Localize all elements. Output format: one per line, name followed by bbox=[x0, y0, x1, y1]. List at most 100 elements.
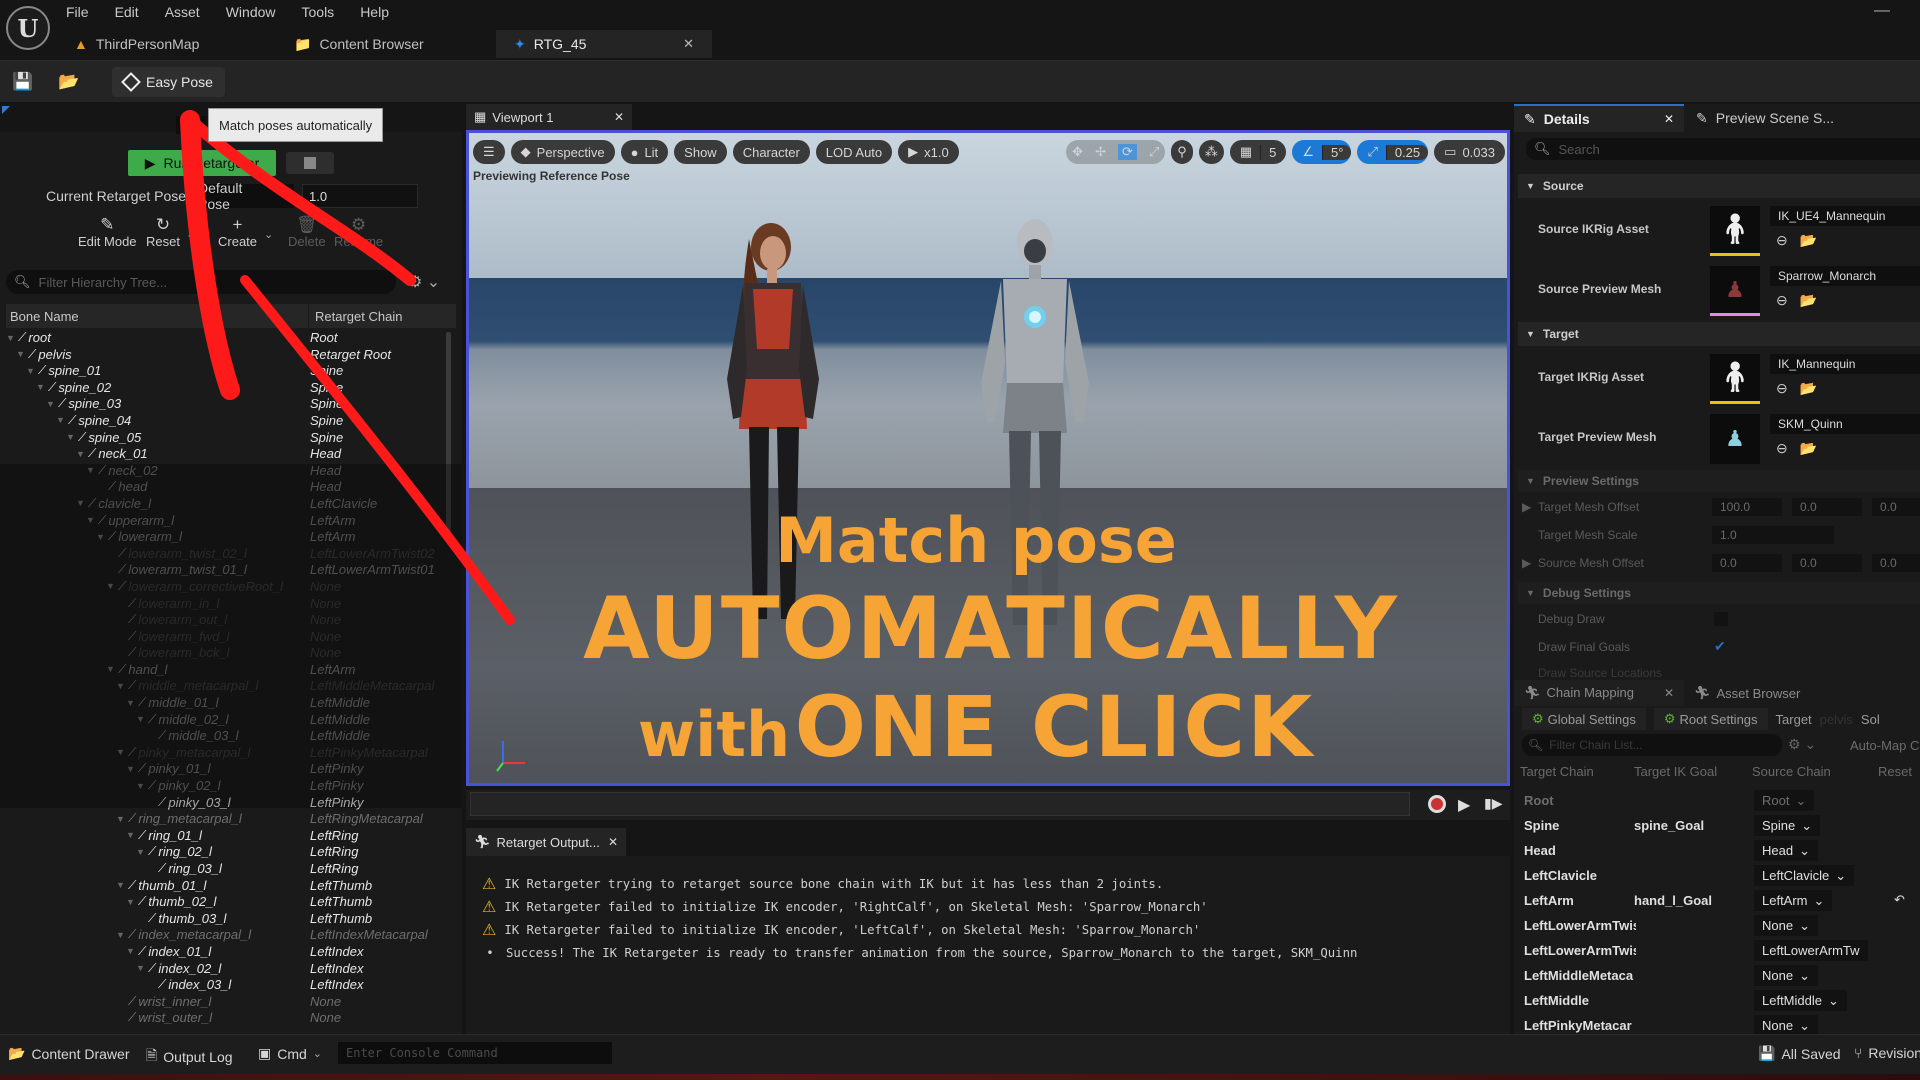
camera-speed-button[interactable]: ▭ 0.033 bbox=[1434, 140, 1505, 164]
retarget-output-tab[interactable]: 🏃︎ Retarget Output... ✕ bbox=[466, 828, 626, 856]
bone-row[interactable]: ▼ ⟋ thumb_02_l LeftThumb bbox=[6, 894, 446, 911]
chain-settings-button[interactable]: ⚙ ⌄ bbox=[1788, 736, 1816, 753]
target-root-value[interactable]: pelvis bbox=[1820, 712, 1853, 727]
expand-arrow-icon[interactable]: ▼ bbox=[76, 449, 86, 459]
asset-browser-tab[interactable]: 🏃︎ Asset Browser bbox=[1684, 680, 1810, 706]
bone-row[interactable]: ▼ ⟋ spine_03 Spine bbox=[6, 396, 446, 413]
run-retargeter-button[interactable]: ▶ Run Retargeter bbox=[128, 150, 276, 176]
console-input[interactable] bbox=[346, 1046, 606, 1060]
close-icon[interactable]: ✕ bbox=[608, 835, 618, 849]
content-drawer-button[interactable]: 📂 Content Drawer bbox=[8, 1045, 129, 1062]
bone-row[interactable]: ▼ ⟋ ring_metacarpal_l LeftRingMetacarpal bbox=[6, 811, 446, 828]
tab-content-browser[interactable]: 📁 Content Browser bbox=[276, 30, 496, 58]
preview-scene-tab[interactable]: ✎ Preview Scene S... bbox=[1690, 104, 1890, 132]
target-offset-x[interactable]: 100.0 bbox=[1712, 498, 1782, 516]
step-forward-button[interactable]: ▮▶ bbox=[1484, 795, 1502, 812]
bone-row[interactable]: ▼ ⟋ pinky_01_l LeftPinky bbox=[6, 761, 446, 778]
bone-row[interactable]: ▼ ⟋ ring_01_l LeftRing bbox=[6, 828, 446, 845]
perspective-button[interactable]: ◆ Perspective bbox=[510, 140, 615, 164]
lit-button[interactable]: ● Lit bbox=[620, 140, 669, 164]
draw-final-goals-checkbox[interactable]: ✔ bbox=[1714, 638, 1726, 655]
select-mode-icon[interactable]: ✥ bbox=[1072, 144, 1083, 160]
target-offset-y[interactable]: 0.0 bbox=[1792, 498, 1862, 516]
source-chain-dropdown[interactable]: Head ⌄ bbox=[1754, 840, 1818, 861]
edit-mode-button[interactable]: ✎ Edit Mode bbox=[78, 216, 137, 250]
expand-arrow-icon[interactable]: ▼ bbox=[106, 664, 116, 674]
expand-arrow-icon[interactable]: ▶ bbox=[1522, 500, 1531, 514]
retarget-pose-dropdown[interactable]: Default Pose ▼ bbox=[190, 180, 294, 212]
viewport-tab[interactable]: ▦ Viewport 1 ✕ bbox=[466, 104, 632, 130]
bone-row[interactable]: ▼ ⟋ pinky_02_l LeftPinky bbox=[6, 778, 446, 795]
close-icon[interactable]: ✕ bbox=[1664, 686, 1674, 700]
chain-filter-input[interactable] bbox=[1549, 738, 1770, 752]
bone-row[interactable]: ⟋ thumb_03_l LeftThumb bbox=[6, 911, 446, 928]
bone-row[interactable]: ▼ ⟋ middle_metacarpal_l LeftMiddleMetacarpa… bbox=[6, 678, 446, 695]
rotation-snap-button[interactable]: ∠ 5° bbox=[1292, 140, 1352, 164]
expand-arrow-icon[interactable]: ▼ bbox=[36, 382, 46, 392]
bone-row[interactable]: ⟋ lowerarm_twist_01_l LeftLowerArmTwist01 bbox=[6, 562, 446, 579]
bone-row[interactable]: ▼ ⟋ middle_02_l LeftMiddle bbox=[6, 712, 446, 729]
global-settings-button[interactable]: ⚙ Global Settings bbox=[1522, 708, 1646, 730]
reset-icon[interactable]: ↶ bbox=[1894, 892, 1905, 908]
source-tab[interactable]: Sou bbox=[176, 116, 206, 134]
source-chain-dropdown[interactable]: None ⌄ bbox=[1754, 915, 1818, 936]
source-chain-dropdown[interactable]: LeftClavicle ⌄ bbox=[1754, 865, 1855, 886]
expand-arrow-icon[interactable]: ▼ bbox=[116, 681, 126, 691]
expand-arrow-icon[interactable]: ▼ bbox=[16, 349, 26, 359]
menu-asset[interactable]: Asset bbox=[165, 4, 214, 20]
close-icon[interactable]: ✕ bbox=[1664, 112, 1674, 126]
target-ikrig-picker[interactable]: IK_Mannequin bbox=[1770, 354, 1920, 374]
expand-arrow-icon[interactable]: ▼ bbox=[136, 847, 146, 857]
bone-row[interactable]: ⟋ middle_03_l LeftMiddle bbox=[6, 728, 446, 745]
bone-row[interactable]: ▼ ⟋ root Root bbox=[6, 330, 446, 347]
source-offset-y[interactable]: 0.0 bbox=[1792, 554, 1862, 572]
bone-row[interactable]: ⟋ wrist_inner_l None bbox=[6, 994, 446, 1011]
expand-arrow-icon[interactable]: ▼ bbox=[126, 897, 136, 907]
source-chain-dropdown[interactable]: LeftLowerArmTw bbox=[1754, 940, 1868, 961]
expand-arrow-icon[interactable]: ▼ bbox=[126, 698, 136, 708]
bone-row[interactable]: ▼ ⟋ index_02_l LeftIndex bbox=[6, 961, 446, 978]
save-icon[interactable]: 💾 bbox=[12, 71, 34, 93]
expand-arrow-icon[interactable]: ▼ bbox=[126, 946, 136, 956]
expand-arrow-icon[interactable]: ▼ bbox=[116, 814, 126, 824]
delete-button[interactable]: 🗑 Delete bbox=[288, 216, 326, 250]
rotate-mode-icon[interactable]: ⟳ bbox=[1117, 144, 1137, 160]
bone-row[interactable]: ▼ ⟋ lowerarm_l LeftArm bbox=[6, 529, 446, 546]
rename-button[interactable]: ⚙ Rename bbox=[334, 216, 383, 250]
bone-row[interactable]: ⟋ wrist_outer_l None bbox=[6, 1010, 446, 1027]
timeline-scrubber[interactable] bbox=[470, 792, 1410, 816]
bone-row[interactable]: ▼ ⟋ neck_01 Head bbox=[6, 446, 446, 463]
debug-draw-checkbox[interactable] bbox=[1714, 612, 1728, 626]
source-offset-z[interactable]: 0.0 bbox=[1872, 554, 1920, 572]
bone-row[interactable]: ⟋ pinky_03_l LeftPinky bbox=[6, 795, 446, 812]
tree-settings-button[interactable]: ⚙ ⌄ bbox=[408, 272, 440, 292]
character-button[interactable]: Character bbox=[732, 140, 810, 164]
bone-row[interactable]: ▼ ⟋ upperarm_l LeftArm bbox=[6, 513, 446, 530]
source-chain-column[interactable]: Source Chain bbox=[1752, 764, 1831, 779]
bone-row[interactable]: ▼ ⟋ clavicle_l LeftClavicle bbox=[6, 496, 446, 513]
menu-window[interactable]: Window bbox=[226, 4, 290, 20]
easy-pose-button[interactable]: Easy Pose bbox=[112, 67, 225, 97]
reset-options-chevron[interactable]: ⌄ bbox=[186, 228, 195, 241]
expand-arrow-icon[interactable]: ▼ bbox=[116, 747, 126, 757]
reset-button[interactable]: ↻ Reset bbox=[146, 216, 180, 250]
bone-row[interactable]: ▼ ⟋ index_metacarpal_l LeftIndexMetacarpal bbox=[6, 927, 446, 944]
target-ik-goal-column[interactable]: Target IK Goal bbox=[1634, 764, 1717, 779]
bone-row[interactable]: ▼ ⟋ lowerarm_correctiveRoot_l None bbox=[6, 579, 446, 596]
target-offset-z[interactable]: 0.0 bbox=[1872, 498, 1920, 516]
lod-button[interactable]: LOD Auto bbox=[815, 140, 893, 164]
source-ikrig-thumbnail[interactable]: 🧍︎ bbox=[1710, 206, 1760, 256]
pose-blend-field[interactable]: 1.0 bbox=[302, 184, 418, 208]
bone-row[interactable]: ⟋ lowerarm_bck_l None bbox=[6, 645, 446, 662]
bone-row[interactable]: ▼ ⟋ spine_05 Spine bbox=[6, 430, 446, 447]
browse-icon[interactable]: 📂 bbox=[1800, 232, 1817, 249]
record-button[interactable] bbox=[1428, 795, 1446, 813]
expand-arrow-icon[interactable]: ▼ bbox=[116, 880, 126, 890]
bone-row[interactable]: ▼ ⟋ neck_02 Head bbox=[6, 463, 446, 480]
target-mesh-picker[interactable]: SKM_Quinn bbox=[1770, 414, 1920, 434]
source-chain-dropdown[interactable]: None ⌄ bbox=[1754, 965, 1818, 986]
details-search-input[interactable] bbox=[1558, 141, 1899, 157]
expand-arrow-icon[interactable]: ▼ bbox=[76, 498, 86, 508]
source-chain-dropdown[interactable]: None ⌄ bbox=[1754, 1015, 1818, 1036]
expand-arrow-icon[interactable]: ▼ bbox=[126, 830, 136, 840]
